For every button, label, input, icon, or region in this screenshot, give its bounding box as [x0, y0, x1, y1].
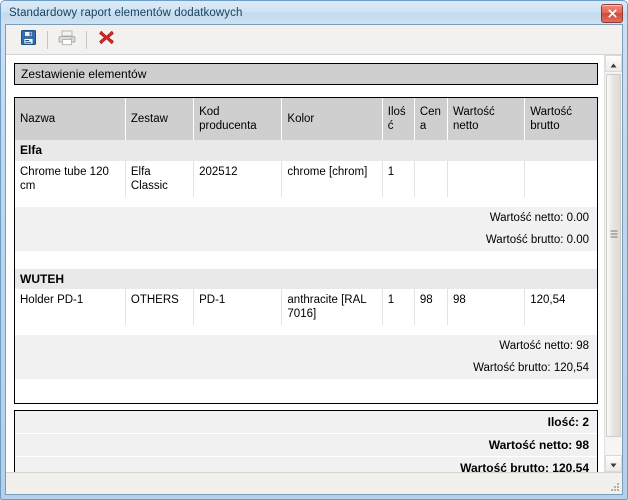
vertical-scrollbar[interactable]: [604, 55, 622, 472]
close-report-button[interactable]: [92, 27, 120, 53]
subtotal-brutto-wuteh: Wartość brutto: 120,54: [15, 357, 597, 380]
subtotal-brutto-elfa: Wartość brutto: 0.00: [15, 228, 597, 251]
cell-brutto: 120,54: [524, 289, 597, 326]
row-spacer: [15, 325, 597, 336]
close-icon: [607, 9, 617, 18]
chevron-down-icon: [610, 455, 617, 473]
cell-netto: 98: [447, 289, 526, 326]
report-scroll-region: Zestawienie elementów Nazwa Zestaw Kod p…: [6, 55, 622, 472]
report-band-title: Zestawienie elementów: [14, 63, 598, 85]
print-button[interactable]: [53, 27, 81, 53]
cell-kod: 202512: [193, 160, 283, 197]
band-title-text: Zestawienie elementów: [21, 67, 147, 81]
grand-total-netto: Wartość netto: 98: [15, 434, 597, 458]
client-area: Zestawienie elementów Nazwa Zestaw Kod p…: [5, 24, 623, 495]
window-title: Standardowy raport elementów dodatkowych: [9, 6, 243, 19]
cell-kolor: anthracite [RAL 7016]: [281, 289, 383, 326]
scrollbar-thumb[interactable]: [606, 74, 621, 437]
column-header-wartosc-netto: Wartość netto: [447, 98, 526, 140]
cell-cena: [414, 160, 448, 197]
cell-cena: 98: [414, 289, 448, 326]
items-table-box: Nazwa Zestaw Kod producenta Kolor Ilość …: [14, 97, 598, 405]
title-bar: Standardowy raport elementów dodatkowych: [1, 1, 627, 24]
cell-ilosc: 1: [382, 289, 415, 326]
table-header-row: Nazwa Zestaw Kod producenta Kolor Ilość …: [15, 98, 597, 140]
column-header-kolor: Kolor: [281, 98, 383, 140]
group-gap: [15, 250, 597, 269]
column-header-ilosc: Ilość: [382, 98, 415, 140]
group-subtotal-row: Wartość brutto: 120,54: [15, 357, 597, 380]
column-header-zestaw: Zestaw: [125, 98, 195, 140]
scroll-up-button[interactable]: [605, 55, 622, 72]
group-subtotal-row: Wartość netto: 98: [15, 335, 597, 358]
table-tail-padding: [15, 379, 597, 404]
save-icon: [20, 29, 37, 51]
group-subtotal-row: Wartość brutto: 0.00: [15, 228, 597, 251]
report-document: Zestawienie elementów Nazwa Zestaw Kod p…: [6, 55, 604, 472]
cell-kolor: chrome [chrom]: [281, 160, 383, 197]
table-row[interactable]: Holder PD-1 OTHERS PD-1 anthracite [RAL …: [15, 289, 597, 326]
resize-grip-icon[interactable]: [609, 481, 619, 491]
row-spacer: [15, 196, 597, 207]
group-name-wuteh: WUTEH: [15, 268, 597, 290]
toolbar: [6, 25, 622, 55]
cell-nazwa: Holder PD-1: [15, 289, 126, 326]
cell-netto: [447, 160, 526, 197]
cell-ilosc: 1: [382, 160, 415, 197]
group-header-row: Elfa: [15, 140, 597, 161]
group-header-row: WUTEH: [15, 268, 597, 290]
column-header-kod-producenta: Kod producenta: [193, 98, 283, 140]
scroll-down-button[interactable]: [605, 455, 622, 472]
cell-brutto: [524, 160, 597, 197]
grand-total-brutto: Wartość brutto: 120,54: [15, 457, 597, 472]
chevron-up-icon: [610, 55, 617, 73]
scrollbar-grip-icon: [610, 228, 617, 239]
report-window: Standardowy raport elementów dodatkowych: [0, 0, 628, 500]
scrollbar-track[interactable]: [605, 72, 622, 455]
save-button[interactable]: [14, 27, 42, 53]
window-close-button[interactable]: [601, 4, 623, 23]
cell-nazwa: Chrome tube 120 cm: [15, 160, 126, 197]
cell-kod: PD-1: [193, 289, 283, 326]
column-header-nazwa: Nazwa: [15, 98, 126, 140]
toolbar-separator-1: [47, 30, 48, 49]
red-x-icon: [98, 29, 115, 51]
grand-totals-box: Ilość: 2 Wartość netto: 98 Wartość brutt…: [14, 410, 598, 472]
group-name-elfa: Elfa: [15, 140, 597, 161]
group-subtotal-row: Wartość netto: 0.00: [15, 206, 597, 229]
column-header-cena: Cena: [414, 98, 448, 140]
subtotal-netto-wuteh: Wartość netto: 98: [15, 335, 597, 358]
items-table: Nazwa Zestaw Kod producenta Kolor Ilość …: [15, 98, 597, 404]
grand-total-ilosc: Ilość: 2: [15, 411, 597, 435]
printer-icon: [58, 29, 76, 51]
cell-zestaw: OTHERS: [125, 289, 195, 326]
status-strip: [6, 472, 622, 494]
subtotal-netto-elfa: Wartość netto: 0.00: [15, 206, 597, 229]
cell-zestaw: Elfa Classic: [125, 160, 195, 197]
table-row[interactable]: Chrome tube 120 cm Elfa Classic 202512 c…: [15, 160, 597, 197]
toolbar-separator-2: [86, 30, 87, 49]
column-header-wartosc-brutto: Wartość brutto: [524, 98, 597, 140]
